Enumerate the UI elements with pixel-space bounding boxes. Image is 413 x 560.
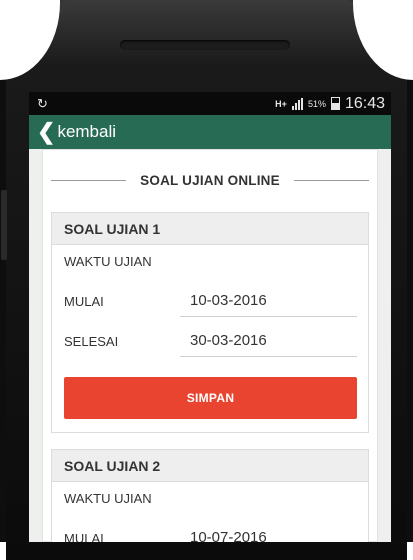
section-title: SOAL UJIAN ONLINE (51, 173, 370, 188)
section-title-text: SOAL UJIAN ONLINE (140, 173, 280, 188)
simpan-button[interactable]: SIMPAN (64, 377, 357, 419)
mulai-date-field[interactable]: 10-03-2016 (180, 292, 357, 317)
phone-frame: ↻ H+ 51% 16:43 ❮ kembali SOAL UJIAN ONLI… (0, 0, 413, 560)
status-icons: H+ 51% 16:43 (275, 95, 385, 113)
signal-icon (291, 97, 303, 110)
refresh-icon: ↻ (37, 95, 48, 111)
mulai-row: MULAI 10-07-2016 (64, 514, 357, 542)
battery-percent: 51% (307, 98, 326, 109)
content-panel: SOAL UJIAN ONLINE SOAL UJIAN 1 WAKTU UJI… (42, 149, 378, 542)
status-clock: 16:43 (344, 94, 385, 112)
earpiece-speaker (120, 40, 290, 50)
back-label: kembali (57, 122, 117, 141)
divider (293, 180, 370, 181)
back-button[interactable]: ❮ kembali (37, 121, 116, 143)
exam-card-2: SOAL UJIAN 2 WAKTU UJIAN MULAI 10-07-201… (51, 449, 369, 542)
battery-icon (330, 97, 340, 110)
exam-card-1: SOAL UJIAN 1 WAKTU UJIAN MULAI 10-03-201… (51, 212, 369, 433)
screen: ↻ H+ 51% 16:43 ❮ kembali SOAL UJIAN ONLI… (29, 92, 391, 542)
mulai-label: MULAI (64, 294, 104, 309)
mulai-date-field[interactable]: 10-07-2016 (180, 529, 357, 542)
mulai-label: MULAI (64, 531, 104, 542)
selesai-row: SELESAI 30-03-2016 (64, 317, 357, 357)
chevron-left-icon: ❮ (37, 119, 56, 144)
divider (51, 180, 127, 181)
card-title: SOAL UJIAN 2 (52, 450, 368, 482)
app-bar: ❮ kembali (29, 115, 391, 149)
card-title: SOAL UJIAN 1 (52, 213, 368, 245)
network-type: H+ (275, 98, 287, 109)
waktu-label: WAKTU UJIAN (64, 253, 152, 269)
selesai-date-field[interactable]: 30-03-2016 (180, 332, 357, 357)
side-button (1, 190, 7, 260)
mulai-row: MULAI 10-03-2016 (64, 277, 357, 317)
status-bar: ↻ H+ 51% 16:43 (29, 92, 391, 115)
waktu-label: WAKTU UJIAN (64, 490, 152, 506)
selesai-label: SELESAI (64, 334, 119, 349)
